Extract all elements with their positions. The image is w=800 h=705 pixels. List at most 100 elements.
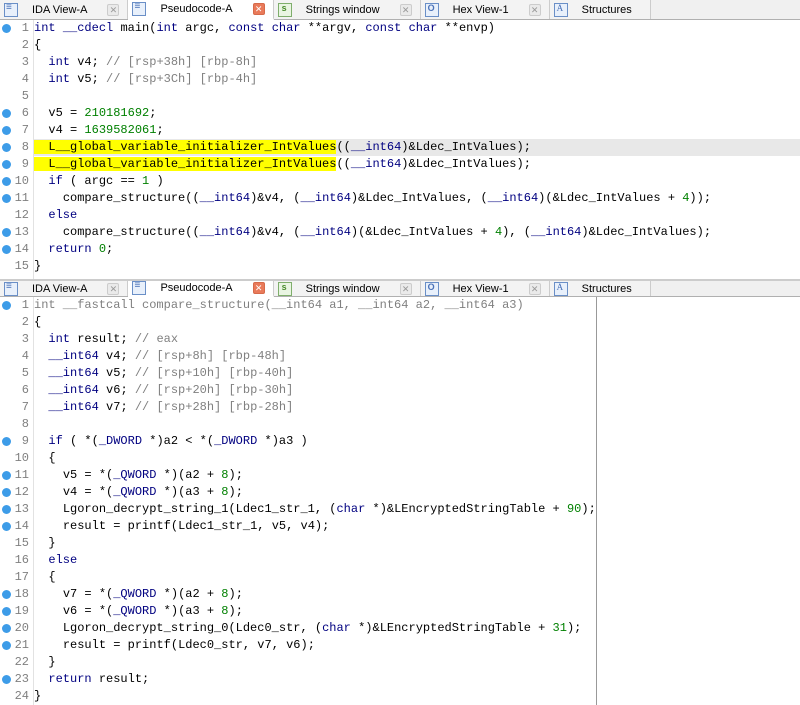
close-icon[interactable]: ✕	[107, 4, 119, 16]
gutter-row[interactable]: 1	[0, 20, 29, 37]
breakpoint-icon[interactable]	[2, 126, 11, 135]
code-line[interactable]: return 0;	[34, 241, 800, 258]
code-line[interactable]	[34, 416, 596, 433]
tab-strings[interactable]: Strings window✕	[274, 281, 421, 296]
gutter-row[interactable]: 15	[0, 535, 29, 552]
breakpoint-icon[interactable]	[2, 109, 11, 118]
breakpoint-icon[interactable]	[2, 522, 11, 531]
code-line[interactable]: __int64 v6; // [rsp+20h] [rbp-30h]	[34, 382, 596, 399]
code-line[interactable]: v5 = *(_QWORD *)(a2 + 8);	[34, 467, 596, 484]
close-icon[interactable]: ✕	[107, 283, 119, 295]
code-line[interactable]: }	[34, 688, 596, 705]
gutter-row[interactable]: 22	[0, 654, 29, 671]
gutter-row[interactable]: 8	[0, 416, 29, 433]
code-line[interactable]	[34, 88, 800, 105]
code-line[interactable]: else	[34, 207, 800, 224]
code-line[interactable]: else	[34, 552, 596, 569]
gutter-row[interactable]: 23	[0, 671, 29, 688]
bottom-gutter[interactable]: 123456789101112131415161718192021222324	[0, 297, 34, 705]
tab-struct[interactable]: Structures	[550, 281, 651, 296]
gutter-row[interactable]: 14	[0, 241, 29, 258]
code-line[interactable]: int result; // eax	[34, 331, 596, 348]
code-line[interactable]: {	[34, 37, 800, 54]
breakpoint-icon[interactable]	[2, 590, 11, 599]
code-line[interactable]: if ( argc == 1 )	[34, 173, 800, 190]
code-line[interactable]: int v4; // [rsp+38h] [rbp-8h]	[34, 54, 800, 71]
breakpoint-icon[interactable]	[2, 228, 11, 237]
code-line[interactable]: if ( *(_DWORD *)a2 < *(_DWORD *)a3 )	[34, 433, 596, 450]
code-line[interactable]: result = printf(Ldec0_str, v7, v6);	[34, 637, 596, 654]
breakpoint-icon[interactable]	[2, 624, 11, 633]
code-line[interactable]: v4 = 1639582061;	[34, 122, 800, 139]
breakpoint-icon[interactable]	[2, 641, 11, 650]
breakpoint-icon[interactable]	[2, 488, 11, 497]
gutter-row[interactable]: 19	[0, 603, 29, 620]
breakpoint-icon[interactable]	[2, 505, 11, 514]
close-icon[interactable]: ✕	[253, 282, 265, 294]
gutter-row[interactable]: 3	[0, 331, 29, 348]
gutter-row[interactable]: 6	[0, 105, 29, 122]
gutter-row[interactable]: 4	[0, 348, 29, 365]
breakpoint-icon[interactable]	[2, 245, 11, 254]
tab-hex[interactable]: Hex View-1✕	[421, 281, 550, 296]
breakpoint-icon[interactable]	[2, 194, 11, 203]
top-code[interactable]: int __cdecl main(int argc, const char **…	[34, 20, 800, 279]
tab-pseudo[interactable]: Pseudocode-A✕	[128, 0, 273, 20]
breakpoint-icon[interactable]	[2, 607, 11, 616]
gutter-row[interactable]: 15	[0, 258, 29, 275]
gutter-row[interactable]: 16	[0, 552, 29, 569]
gutter-row[interactable]: 18	[0, 586, 29, 603]
breakpoint-icon[interactable]	[2, 143, 11, 152]
gutter-row[interactable]: 14	[0, 518, 29, 535]
code-line[interactable]: }	[34, 258, 800, 275]
gutter-row[interactable]: 4	[0, 71, 29, 88]
gutter-row[interactable]: 21	[0, 637, 29, 654]
code-line[interactable]: compare_structure((__int64)&v4, (__int64…	[34, 224, 800, 241]
bottom-code[interactable]: int __fastcall compare_structure(__int64…	[34, 297, 596, 705]
gutter-row[interactable]: 2	[0, 37, 29, 54]
breakpoint-icon[interactable]	[2, 437, 11, 446]
code-line[interactable]: v6 = *(_QWORD *)(a3 + 8);	[34, 603, 596, 620]
gutter-row[interactable]: 12	[0, 484, 29, 501]
tab-ida[interactable]: IDA View-A✕	[0, 281, 128, 296]
gutter-row[interactable]: 12	[0, 207, 29, 224]
close-icon[interactable]: ✕	[400, 4, 412, 16]
code-line[interactable]: {	[34, 569, 596, 586]
code-line[interactable]: result = printf(Ldec1_str_1, v5, v4);	[34, 518, 596, 535]
tab-pseudo[interactable]: Pseudocode-A✕	[128, 281, 273, 297]
gutter-row[interactable]: 9	[0, 433, 29, 450]
gutter-row[interactable]: 6	[0, 382, 29, 399]
code-line[interactable]: int v5; // [rsp+3Ch] [rbp-4h]	[34, 71, 800, 88]
code-line[interactable]: __int64 v4; // [rsp+8h] [rbp-48h]	[34, 348, 596, 365]
close-icon[interactable]: ✕	[253, 3, 265, 15]
gutter-row[interactable]: 7	[0, 399, 29, 416]
breakpoint-icon[interactable]	[2, 177, 11, 186]
breakpoint-icon[interactable]	[2, 160, 11, 169]
breakpoint-icon[interactable]	[2, 675, 11, 684]
gutter-row[interactable]: 5	[0, 88, 29, 105]
code-line[interactable]: v4 = *(_QWORD *)(a3 + 8);	[34, 484, 596, 501]
gutter-row[interactable]: 13	[0, 501, 29, 518]
tab-ida[interactable]: IDA View-A✕	[0, 0, 128, 19]
gutter-row[interactable]: 10	[0, 173, 29, 190]
gutter-row[interactable]: 5	[0, 365, 29, 382]
gutter-row[interactable]: 1	[0, 297, 29, 314]
code-line[interactable]: int __fastcall compare_structure(__int64…	[34, 297, 596, 314]
gutter-row[interactable]: 2	[0, 314, 29, 331]
code-line[interactable]: Lgoron_decrypt_string_1(Ldec1_str_1, (ch…	[34, 501, 596, 518]
code-line[interactable]: L__global_variable_initializer_IntValues…	[34, 139, 800, 156]
tab-struct[interactable]: Structures	[550, 0, 651, 19]
code-line[interactable]: __int64 v7; // [rsp+28h] [rbp-28h]	[34, 399, 596, 416]
code-line[interactable]: v7 = *(_QWORD *)(a2 + 8);	[34, 586, 596, 603]
breakpoint-icon[interactable]	[2, 301, 11, 310]
tab-hex[interactable]: Hex View-1✕	[421, 0, 550, 19]
gutter-row[interactable]: 7	[0, 122, 29, 139]
gutter-row[interactable]: 24	[0, 688, 29, 705]
top-gutter[interactable]: 123456789101112131415	[0, 20, 34, 279]
breakpoint-icon[interactable]	[2, 24, 11, 33]
code-line[interactable]: v5 = 210181692;	[34, 105, 800, 122]
code-line[interactable]: {	[34, 450, 596, 467]
breakpoint-icon[interactable]	[2, 471, 11, 480]
gutter-row[interactable]: 9	[0, 156, 29, 173]
gutter-row[interactable]: 11	[0, 467, 29, 484]
